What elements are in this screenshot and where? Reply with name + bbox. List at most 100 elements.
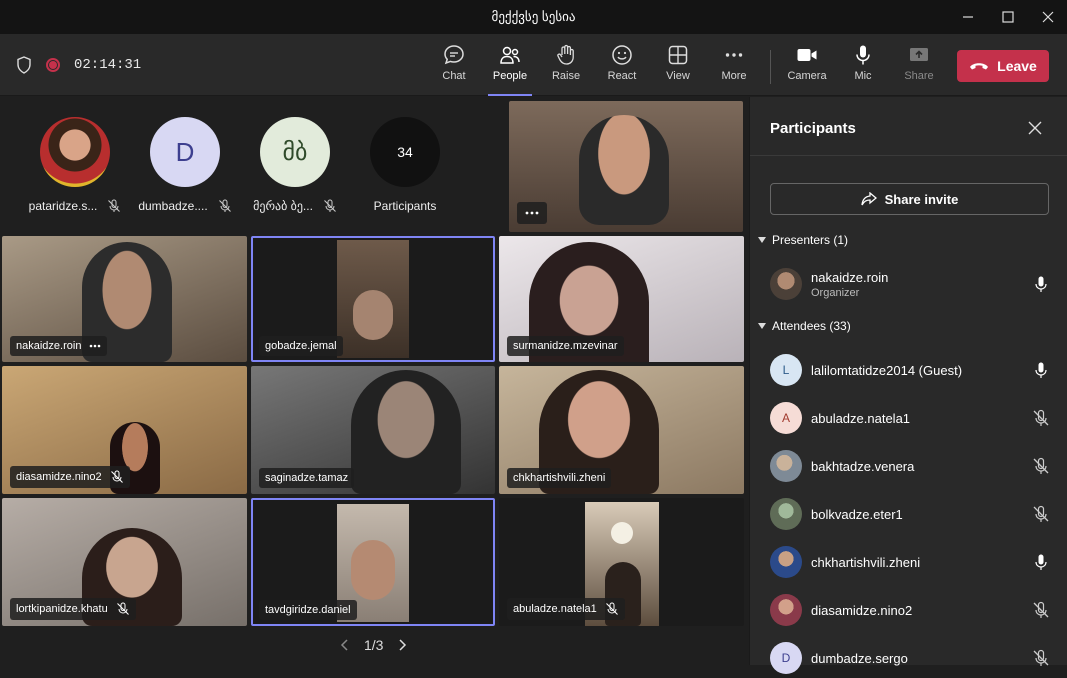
avatar-row: pataridze.s... D dumbadze.... მბ მერაბ ბ…	[29, 117, 440, 213]
people-button[interactable]: People	[486, 44, 534, 96]
people-label: People	[492, 70, 528, 82]
participant-row[interactable]: nakaidze.roin Organizer	[770, 264, 1050, 304]
presenters-section-toggle[interactable]: Presenters (1)	[758, 233, 848, 247]
tile-name: surmanidze.mzevinar	[513, 340, 618, 352]
avatar-item[interactable]: მბ მერაბ ბე...	[253, 117, 336, 213]
minimize-button[interactable]	[950, 0, 986, 34]
microphone-icon	[856, 45, 870, 65]
participants-overflow[interactable]: 34 Participants	[370, 117, 440, 213]
mic-on-icon	[1035, 362, 1047, 378]
hang-up-icon	[970, 63, 989, 70]
chat-icon	[444, 45, 464, 65]
more-label: More	[721, 70, 747, 82]
participant-row[interactable]: diasamidze.nino2	[770, 590, 1050, 630]
avatar-item[interactable]: pataridze.s...	[29, 117, 121, 213]
participant-row[interactable]: bakhtadze.venera	[770, 446, 1050, 486]
ellipsis-icon	[525, 211, 539, 215]
share-label: Share	[904, 70, 934, 82]
video-tile[interactable]: nakaidze.roin	[2, 236, 247, 362]
camera-label: Camera	[787, 70, 827, 82]
participant-name: abuladze.natela1	[811, 410, 911, 426]
more-button[interactable]: More	[710, 44, 758, 92]
recording-icon	[46, 58, 60, 72]
share-invite-button[interactable]: Share invite	[770, 183, 1049, 215]
maximize-icon	[1002, 11, 1014, 23]
participant-name: chkhartishvili.zheni	[811, 554, 921, 570]
participant-avatar: A	[770, 402, 802, 434]
tile-name: chkhartishvili.zheni	[513, 472, 606, 484]
participant-avatar: D	[770, 642, 802, 674]
leave-button[interactable]: Leave	[957, 50, 1049, 82]
video-tile[interactable]: lortkipanidze.khatu	[2, 498, 247, 626]
close-window-button[interactable]	[1030, 0, 1066, 34]
mic-off-icon	[218, 199, 231, 212]
avatar-name: dumbadze....	[138, 199, 208, 213]
video-feed	[579, 115, 669, 225]
mic-off-icon	[110, 470, 123, 483]
video-tile[interactable]: saginadze.tamaz	[251, 366, 495, 494]
raise-label: Raise	[551, 70, 581, 82]
mic-off-icon	[1033, 505, 1049, 522]
toolbar-divider	[770, 50, 771, 84]
attendees-section-toggle[interactable]: Attendees (33)	[758, 319, 851, 333]
meeting-status: 02:14:31	[16, 56, 141, 74]
share-icon	[860, 192, 877, 206]
participant-row[interactable]: L lalilomtatidze2014 (Guest)	[770, 350, 1050, 390]
participant-name: nakaidze.roin	[811, 269, 889, 285]
page-indicator: 1/3	[364, 637, 384, 653]
avatar-item[interactable]: D dumbadze....	[138, 117, 231, 213]
chevron-left-icon[interactable]	[340, 638, 350, 652]
video-tile-featured[interactable]	[509, 101, 743, 232]
camera-icon	[797, 49, 817, 61]
tile-name: nakaidze.roin	[16, 340, 82, 352]
chevron-right-icon[interactable]	[397, 638, 407, 652]
chat-button[interactable]: Chat	[430, 44, 478, 92]
participants-panel: Participants Share invite Presenters (1)…	[749, 97, 1067, 674]
ellipsis-icon[interactable]	[89, 344, 101, 348]
video-tile[interactable]: diasamidze.nino2	[2, 366, 247, 494]
share-button[interactable]: Share	[895, 44, 943, 92]
participant-avatar	[770, 546, 802, 578]
video-feed	[351, 370, 461, 494]
avatar-name: pataridze.s...	[28, 199, 98, 213]
participant-row[interactable]: A abuladze.natela1	[770, 398, 1050, 438]
close-icon	[1042, 11, 1054, 23]
tile-more-button[interactable]	[517, 202, 547, 224]
participant-row[interactable]: D dumbadze.sergo	[770, 638, 1050, 678]
avatar	[40, 117, 110, 187]
participant-name: lalilomtatidze2014 (Guest)	[811, 362, 963, 378]
participant-name: dumbadze.sergo	[811, 650, 908, 666]
camera-button[interactable]: Camera	[783, 44, 831, 92]
shield-icon[interactable]	[16, 56, 32, 74]
meeting-stage: pataridze.s... D dumbadze.... მბ მერაბ ბ…	[0, 97, 748, 665]
video-tile[interactable]: chkhartishvili.zheni	[499, 366, 744, 494]
close-panel-icon[interactable]	[1026, 119, 1044, 137]
video-tile[interactable]: abuladze.natela1	[499, 498, 744, 626]
participant-avatar	[770, 450, 802, 482]
tile-name: abuladze.natela1	[513, 603, 597, 615]
tile-name: tavdgiridze.daniel	[265, 604, 351, 616]
window-title: მექქვსე სესია	[491, 9, 576, 24]
panel-title: Participants	[770, 120, 856, 137]
video-tile[interactable]: gobadze.jemal	[251, 236, 495, 362]
video-feed	[337, 240, 409, 358]
panel-divider	[750, 155, 1067, 156]
mic-on-icon	[1035, 276, 1047, 292]
participant-row[interactable]: chkhartishvili.zheni	[770, 542, 1050, 582]
mic-button[interactable]: Mic	[839, 44, 887, 92]
maximize-button[interactable]	[990, 0, 1026, 34]
mic-off-icon	[605, 602, 618, 615]
video-tile[interactable]: tavdgiridze.daniel	[251, 498, 495, 626]
participant-avatar	[770, 594, 802, 626]
react-label: React	[607, 70, 637, 82]
participant-name: diasamidze.nino2	[811, 602, 913, 618]
participant-row[interactable]: bolkvadze.eter1	[770, 494, 1050, 534]
title-bar: მექქვსე სესია	[0, 0, 1067, 34]
react-button[interactable]: React	[598, 44, 646, 92]
view-button[interactable]: View	[654, 44, 702, 92]
meeting-toolbar: 02:14:31 Chat People Raise React View Mo…	[0, 34, 1067, 96]
video-tile[interactable]: surmanidze.mzevinar	[499, 236, 744, 362]
avatar: D	[150, 117, 220, 187]
people-icon	[500, 46, 520, 64]
raise-hand-button[interactable]: Raise	[542, 44, 590, 92]
